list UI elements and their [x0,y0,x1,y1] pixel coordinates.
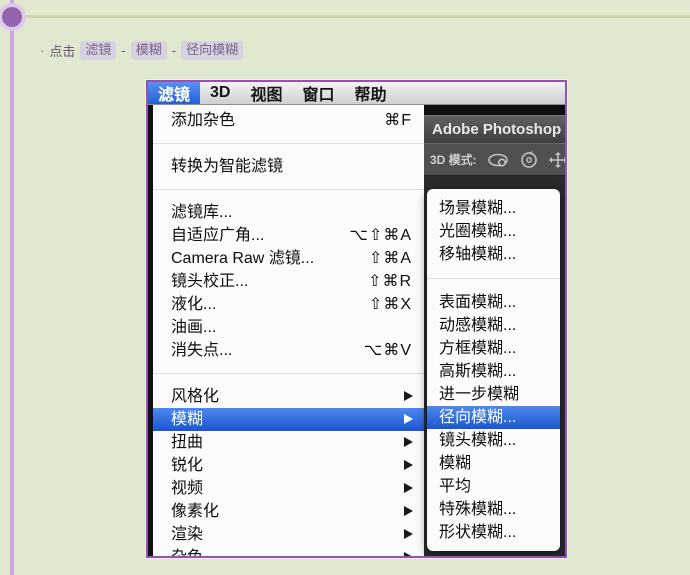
photoshop-screenshot: 滤镜 3D 视图 窗口 帮助 Adobe Photoshop 3D 模式: 添加… [146,80,567,558]
submenu-item-motion-blur[interactable]: 动感模糊... [427,314,560,337]
shortcut-label: ⇧⌘A [368,250,412,267]
menu-item-oil-paint[interactable]: 油画... [153,316,424,339]
submenu-item-radial-blur[interactable]: 径向模糊... [427,406,560,429]
blur-submenu: 场景模糊... 光圈模糊... 移轴模糊... 表面模糊... 动感模糊... … [427,189,560,551]
submenu-arrow-icon [404,437,413,447]
submenu-item-smart-blur[interactable]: 特殊模糊... [427,498,560,521]
menu-item-filter-gallery[interactable]: 滤镜库... [153,201,424,224]
menu-item-distort[interactable]: 扭曲 [153,431,424,454]
pan-3d-icon[interactable] [548,151,567,169]
menu-item-pixelate[interactable]: 像素化 [153,500,424,523]
submenu-item-tilt-shift[interactable]: 移轴模糊... [427,243,560,266]
annotation-vertical-line [10,0,14,575]
menu-item-noise[interactable]: 杂色 [153,546,424,556]
menu-item-blur[interactable]: 模糊 [153,408,424,431]
submenu-item-shape-blur[interactable]: 形状模糊... [427,521,560,544]
submenu-arrow-icon [404,529,413,539]
orbit-3d-icon[interactable] [486,151,510,169]
menu-item-vanishing-point[interactable]: 消失点... ⌥⌘V [153,339,424,362]
menu-item-lens-correction[interactable]: 镜头校正... ⇧⌘R [153,270,424,293]
submenu-item-field-blur[interactable]: 场景模糊... [427,197,560,220]
menu-separator [427,278,560,279]
menu-item-stylize[interactable]: 风格化 [153,385,424,408]
submenu-arrow-icon [404,414,413,424]
window-title: Adobe Photoshop [424,115,565,143]
step-tag-filter: 滤镜 [80,41,117,60]
options-bar: 3D 模式: [424,143,565,176]
menubar-item-3d[interactable]: 3D [200,82,240,104]
step-tag-blur: 模糊 [130,41,167,60]
app-menubar: 滤镜 3D 视图 窗口 帮助 [148,82,565,105]
shortcut-label: ⇧⌘X [368,296,412,313]
step-tag-radial-blur: 径向模糊 [181,41,244,60]
step-separator: - [171,43,177,58]
menu-item-camera-raw[interactable]: Camera Raw 滤镜... ⇧⌘A [153,247,424,270]
submenu-arrow-icon [404,552,413,556]
instruction-action: 点击 [49,44,76,59]
shortcut-label: ⌥⌘V [363,342,412,359]
submenu-item-blur-more[interactable]: 进一步模糊 [427,383,560,406]
menu-item-sharpen[interactable]: 锐化 [153,454,424,477]
menu-item-liquify[interactable]: 液化... ⇧⌘X [153,293,424,316]
menu-separator [153,189,424,190]
submenu-arrow-icon [404,506,413,516]
submenu-item-lens-blur[interactable]: 镜头模糊... [427,429,560,452]
shortcut-label: ⌥⇧⌘A [349,227,412,244]
step-separator: - [121,43,126,58]
menubar-item-help[interactable]: 帮助 [345,82,397,104]
submenu-item-surface-blur[interactable]: 表面模糊... [427,291,560,314]
menu-item-convert-smart-filters[interactable]: 转换为智能滤镜 [153,155,424,178]
submenu-item-iris-blur[interactable]: 光圈模糊... [427,220,560,243]
annotation-bullet-dot [2,7,22,27]
menubar-item-window[interactable]: 窗口 [292,82,344,104]
submenu-item-gaussian-blur[interactable]: 高斯模糊... [427,360,560,383]
annotation-horizontal-line [16,15,690,18]
menubar-item-view[interactable]: 视图 [240,82,292,104]
submenu-item-blur[interactable]: 模糊 [427,452,560,475]
filter-menu-dropdown: 添加杂色 ⌘F 转换为智能滤镜 滤镜库... 自适应广角... ⌥⇧⌘A Cam… [153,105,424,556]
submenu-arrow-icon [404,391,413,401]
instruction-bullet: · [40,43,45,58]
shortcut-label: ⌘F [384,112,412,129]
menu-item-video[interactable]: 视频 [153,477,424,500]
shortcut-label: ⇧⌘R [368,273,412,290]
3d-mode-label: 3D 模式: [430,153,477,167]
menubar-item-filter[interactable]: 滤镜 [148,82,201,104]
menu-separator [153,143,424,144]
submenu-item-average[interactable]: 平均 [427,475,560,498]
submenu-arrow-icon [404,483,413,493]
submenu-arrow-icon [404,460,413,470]
menu-item-adaptive-wide-angle[interactable]: 自适应广角... ⌥⇧⌘A [153,224,424,247]
menu-item-add-noise[interactable]: 添加杂色 ⌘F [153,109,424,132]
instruction-line: · 点击 滤镜 - 模糊 - 径向模糊 [40,41,244,60]
menu-separator [153,373,424,374]
roll-3d-icon[interactable] [519,150,539,169]
window-edge-strip [424,105,565,115]
submenu-item-box-blur[interactable]: 方框模糊... [427,337,560,360]
menu-item-render[interactable]: 渲染 [153,523,424,546]
